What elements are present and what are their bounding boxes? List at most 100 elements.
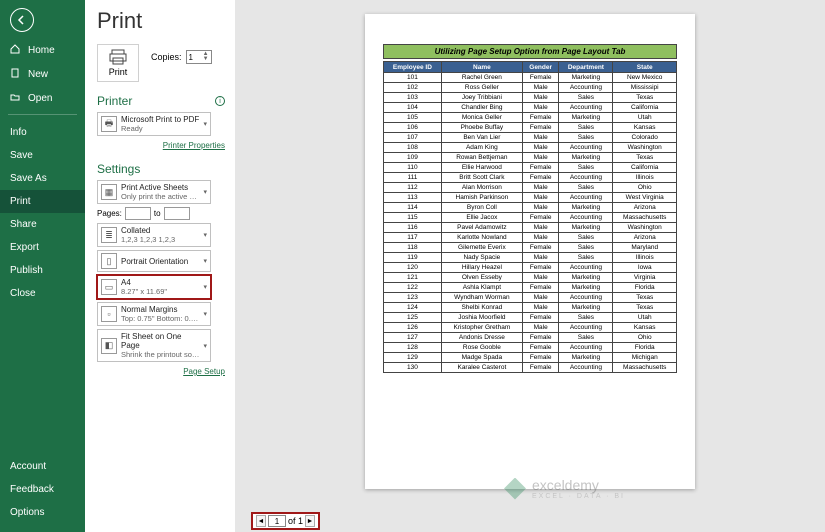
page-setup-link[interactable]: Page Setup (183, 367, 225, 376)
collated-dropdown[interactable]: ≣ Collated1,2,3 1,2,3 1,2,3 ▾ (97, 223, 211, 247)
sidebar-item-open[interactable]: Open (0, 86, 85, 110)
table-header: State (613, 62, 677, 73)
preview-page: Utilizing Page Setup Option from Page La… (365, 14, 695, 489)
sidebar-item-options[interactable]: Options (0, 501, 85, 524)
page-of-label: of 1 (288, 516, 303, 526)
sidebar-item-home[interactable]: Home (0, 38, 85, 62)
table-row: 105Monica GellerFemaleMarketingUtah (384, 113, 677, 123)
chevron-down-icon: ▾ (203, 283, 207, 291)
printer-properties-link[interactable]: Printer Properties (163, 141, 225, 150)
pages-to-input[interactable] (164, 207, 190, 220)
table-row: 126Kristopher GrethamMaleAccountingKansa… (384, 323, 677, 333)
table-row: 111Britt Scott ClarkFemaleAccountingIlli… (384, 173, 677, 183)
table-header: Gender (522, 62, 558, 73)
spinner-arrows-icon: ▲▼ (203, 52, 209, 62)
table-row: 107Ben Van LierMaleSalesColorado (384, 133, 677, 143)
table-row: 121Olven EssebyMaleMarketingVirginia (384, 273, 677, 283)
table-row: 106Phoebe BuffayFemaleSalesKansas (384, 123, 677, 133)
page-title: Print (97, 8, 225, 34)
settings-section-title: Settings (97, 162, 140, 176)
sidebar-item-label: Export (10, 242, 39, 253)
sidebar-item-label: Account (10, 461, 46, 472)
back-arrow-icon (17, 15, 27, 25)
preview-area: Utilizing Page Setup Option from Page La… (235, 0, 825, 532)
margins-dropdown[interactable]: ▫ Normal MarginsTop: 0.75" Bottom: 0.75"… (97, 302, 211, 326)
table-row: 101Rachel GreenFemaleMarketingNew Mexico (384, 73, 677, 83)
sidebar-item-label: Feedback (10, 484, 54, 495)
scaling-dropdown[interactable]: ◧ Fit Sheet on One PageShrink the printo… (97, 329, 211, 362)
chevron-down-icon: ▾ (203, 120, 207, 128)
table-row: 116Pavel AdamowitzMaleMarketingWashingto… (384, 223, 677, 233)
table-header: Name (441, 62, 522, 73)
table-row: 117Karlotte NowlandMaleSalesArizona (384, 233, 677, 243)
sheets-icon: ▦ (101, 184, 117, 200)
table-row: 108Adam KingMaleAccountingWashington (384, 143, 677, 153)
print-button-label: Print (100, 67, 136, 77)
table-row: 122Ashla KlamptFemaleMarketingFlorida (384, 283, 677, 293)
table-title: Utilizing Page Setup Option from Page La… (383, 44, 677, 59)
table-row: 128Rose GoobleFemaleAccountingFlorida (384, 343, 677, 353)
home-icon (10, 44, 22, 56)
pages-to-label: to (154, 209, 161, 218)
collated-icon: ≣ (101, 227, 117, 243)
printer-small-icon: 🖶 (101, 116, 117, 132)
sidebar-item-account[interactable]: Account (0, 455, 85, 478)
orientation-dropdown[interactable]: ▯ Portrait Orientation ▾ (97, 250, 211, 272)
table-row: 109Rowan BettjemanMaleMarketingTexas (384, 153, 677, 163)
next-page-button[interactable]: ► (305, 515, 315, 527)
table-row: 102Ross GellerMaleAccountingMississipi (384, 83, 677, 93)
watermark-logo-icon (504, 478, 526, 500)
paper-size-dropdown[interactable]: ▭ A48.27" x 11.69" ▾ (97, 275, 211, 299)
sidebar-item-close[interactable]: Close (0, 282, 85, 305)
sidebar-item-label: Info (10, 127, 27, 138)
sidebar-item-label: Print (10, 196, 31, 207)
table-row: 123Wyndham WormanMaleAccountingTexas (384, 293, 677, 303)
portrait-icon: ▯ (101, 253, 117, 269)
margins-icon: ▫ (101, 306, 117, 322)
page-navigator: ◄ of 1 ► (253, 514, 318, 528)
table-header: Employee ID (384, 62, 442, 73)
table-row: 129Madge SpadaFemaleMarketingMichigan (384, 353, 677, 363)
sidebar-item-feedback[interactable]: Feedback (0, 478, 85, 501)
prev-page-button[interactable]: ◄ (256, 515, 266, 527)
sidebar: HomeNewOpen Info Save Save As Print Share Exp… (0, 0, 85, 532)
sidebar-item-save[interactable]: Save (0, 144, 85, 167)
table-row: 103Joey TribbianiMaleSalesTexas (384, 93, 677, 103)
preview-table: Employee IDNameGenderDepartmentState 101… (383, 61, 677, 373)
table-row: 113Hamish ParkinsonMaleAccountingWest Vi… (384, 193, 677, 203)
table-row: 120Hillary HeazelFemaleAccountingIowa (384, 263, 677, 273)
page-number-input[interactable] (268, 515, 286, 527)
sidebar-item-label: Options (10, 507, 44, 518)
print-what-dropdown[interactable]: ▦ Print Active SheetsOnly print the acti… (97, 180, 211, 204)
sidebar-item-save-as[interactable]: Save As (0, 167, 85, 190)
pages-from-input[interactable] (125, 207, 151, 220)
print-button[interactable]: Print (97, 44, 139, 82)
sidebar-item-label: Publish (10, 265, 43, 276)
sidebar-item-info[interactable]: Info (0, 121, 85, 144)
table-row: 118Gilemette EverixFemaleSalesMaryland (384, 243, 677, 253)
new-icon (10, 68, 22, 80)
copies-spinner[interactable]: 1▲▼ (186, 50, 212, 64)
sidebar-item-new[interactable]: New (0, 62, 85, 86)
sidebar-item-share[interactable]: Share (0, 213, 85, 236)
sidebar-item-publish[interactable]: Publish (0, 259, 85, 282)
chevron-down-icon: ▾ (203, 231, 207, 239)
sidebar-item-export[interactable]: Export (0, 236, 85, 259)
chevron-down-icon: ▾ (203, 310, 207, 318)
printer-dropdown[interactable]: 🖶 Microsoft Print to PDFReady ▾ (97, 112, 211, 136)
table-row: 127Andonis DresseFemaleSalesOhio (384, 333, 677, 343)
scaling-icon: ◧ (101, 338, 117, 354)
table-row: 110Ellie HarwoodFemaleSalesCalifornia (384, 163, 677, 173)
sidebar-item-label: Save (10, 150, 33, 161)
sidebar-item-label: Share (10, 219, 37, 230)
table-row: 125Joshia MoorfieldFemaleSalesUtah (384, 313, 677, 323)
sidebar-divider (8, 114, 77, 115)
info-icon[interactable]: i (215, 96, 225, 106)
chevron-down-icon: ▾ (203, 257, 207, 265)
chevron-down-icon: ▾ (203, 342, 207, 350)
table-header: Department (559, 62, 613, 73)
sidebar-item-print[interactable]: Print (0, 190, 85, 213)
copies-label: Copies: (151, 52, 182, 62)
back-button[interactable] (10, 8, 34, 32)
main-area: Print Print Copies: 1▲▼ Printer i 🖶 Micr… (85, 0, 825, 532)
